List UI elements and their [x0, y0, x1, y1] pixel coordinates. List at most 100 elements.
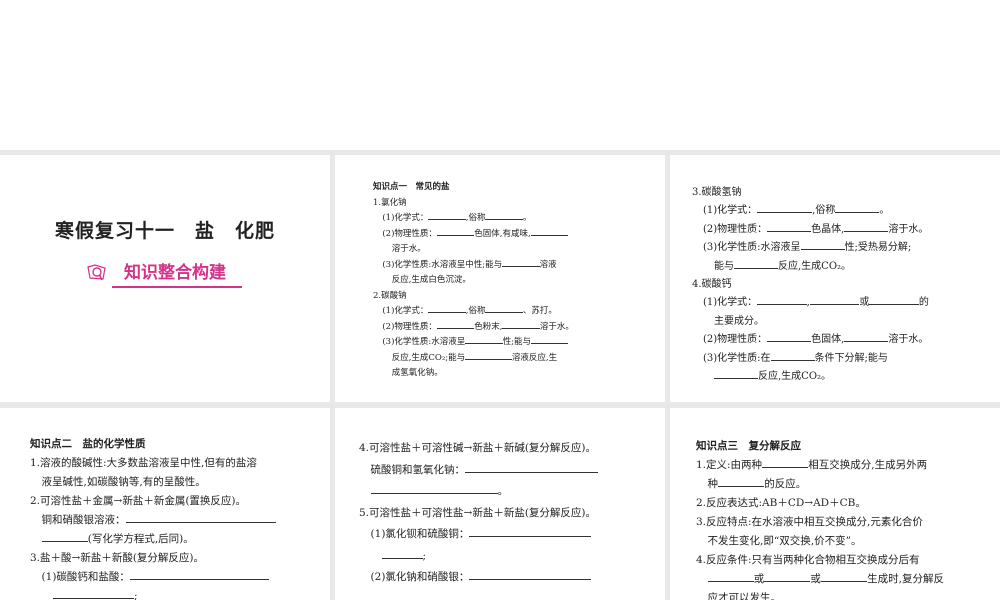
answer-blank[interactable] [530, 227, 569, 236]
text-line: 3.碳酸氢钠 [692, 187, 742, 198]
text-line: (3)化学性质:在 条件下分解;能与 [703, 351, 888, 364]
answer-blank[interactable] [844, 222, 889, 232]
text-line: 主要成分。 [714, 315, 764, 327]
answer-blank[interactable] [436, 320, 475, 329]
answer-blank[interactable] [767, 222, 812, 232]
answer-blank[interactable] [734, 259, 778, 269]
answer-blank[interactable] [428, 211, 466, 220]
slide-4[interactable]: 知识点二 盐的化学性质 1.溶液的酸碱性:大多数盐溶液呈中性,但有的盐溶液呈碱性,… [0, 408, 330, 600]
text-line: (3)化学性质:水溶液呈 性;受热易分解; [703, 240, 912, 254]
slide-5-content: 4.可溶性盐＋可溶性碱→新盐＋新碱(复分解反应)。硫酸铜和氢氧化钠：。 5.可溶性… [359, 438, 598, 600]
text-line: (2)氯化钠和硝酸银： [359, 567, 598, 589]
answer-blank[interactable] [714, 369, 758, 380]
text-line: 不发生变化,即“双交换,价不变”。 [707, 535, 862, 547]
answer-blank[interactable] [465, 462, 598, 473]
text-line: 成氢氧化钠。 [391, 368, 443, 378]
answer-blank[interactable] [502, 320, 540, 329]
section-badge: 知识整合构建 [86, 258, 242, 288]
text-line: ; [359, 546, 598, 568]
answer-blank[interactable] [370, 484, 498, 494]
answer-blank[interactable] [869, 295, 919, 306]
section-heading: 知识点二 盐的化学性质 [30, 438, 146, 450]
section-badge-label: 知识整合构建 [112, 258, 242, 288]
text-line: 2.碳酸钠 [373, 290, 407, 301]
text-line: (1)化学式： ,俗称。 [703, 203, 890, 217]
answer-blank[interactable] [53, 589, 134, 599]
answer-blank[interactable] [465, 351, 512, 360]
text-line: (3)化学性质:水溶液呈中性;能与 溶液 [382, 258, 557, 270]
answer-blank[interactable] [465, 335, 503, 344]
text-line: (1)氯化钡和硫酸铜： [359, 524, 598, 546]
slide-2-content: 知识点一 常见的盐 1.氯化钠 (1)化学式： ,俗称。 (2)物理性质： 色固体,有咸味… [373, 180, 574, 382]
answer-blank[interactable] [531, 335, 569, 344]
text-line: 反应,生成白色沉淀。 [391, 275, 471, 285]
answer-blank[interactable] [382, 548, 423, 559]
slide-6-content: 知识点三 复分解反应 1.定义:由两种 相互交换成分,生成另外两种的反应。 2.反应表… [696, 437, 944, 600]
answer-blank[interactable] [428, 304, 466, 313]
answer-blank[interactable] [125, 513, 276, 523]
text-line: 反应,生成CO₂。 [692, 368, 929, 386]
answer-blank[interactable] [820, 572, 868, 582]
answer-blank[interactable] [762, 458, 809, 468]
text-line: 铜和硝酸银溶液： [30, 511, 276, 530]
text-line: (2)物理性质： 色粉末, 溶于水。 [382, 320, 574, 332]
text-line: 。 [359, 481, 598, 503]
text-line: 4.可溶性盐＋可溶性碱→新盐＋新碱(复分解反应)。 [359, 442, 597, 454]
text-line: 硫酸铜和氢氧化钠： [359, 460, 598, 482]
text-line: 1.定义:由两种 相互交换成分,生成另外两 [696, 458, 928, 471]
answer-blank[interactable] [770, 351, 815, 361]
text-line: 液呈碱性,如碳酸钠等,有的呈酸性。 [41, 476, 206, 488]
magnifier-folder-icon [87, 264, 106, 281]
answer-blank[interactable] [718, 477, 765, 487]
text-line: ; [30, 587, 276, 600]
answer-blank[interactable] [382, 591, 428, 600]
slide-3-content: 3.碳酸氢钠 (1)化学式： ,俗称。 (2)物理性质： 色晶体, 溶于水。 (3)化学性质… [692, 184, 929, 386]
answer-blank[interactable] [41, 532, 88, 542]
text-line: (1)化学式： ,俗称 、苏打。 [382, 304, 557, 316]
text-line: 4.反应条件:只有当两种化合物相互交换成分后有 [696, 554, 920, 566]
slide-5[interactable]: 4.可溶性盐＋可溶性碱→新盐＋新碱(复分解反应)。硫酸铜和氢氧化钠：。 5.可溶性… [335, 408, 665, 600]
answer-blank[interactable] [707, 572, 754, 582]
answer-blank[interactable] [436, 227, 475, 236]
answer-blank[interactable] [502, 258, 540, 267]
answer-blank[interactable] [469, 527, 591, 537]
text-line: 2.反应表达式:AB＋CD→AD＋CB。 [696, 497, 866, 509]
answer-blank[interactable] [485, 304, 523, 313]
text-line: 能与 反应,生成CO₂。 [714, 259, 852, 272]
slide-3[interactable]: 3.碳酸氢钠 (1)化学式： ,俗称。 (2)物理性质： 色晶体, 溶于水。 (3)化学性质… [670, 155, 1000, 402]
text-line: (1)化学式：, 或的 [703, 295, 929, 309]
text-line: 3.反应特点:在水溶液中相互交换成分,元素化合价 [696, 516, 923, 528]
text-line: 溶于水。 [391, 244, 426, 254]
section-heading: 知识点三 复分解反应 [696, 440, 801, 452]
answer-blank[interactable] [129, 570, 269, 580]
text-line: 种的反应。 [707, 477, 807, 490]
text-line: (2)物理性质： 色晶体, 溶于水。 [703, 222, 929, 235]
text-line: 1.溶液的酸碱性:大多数盐溶液呈中性,但有的盐溶 [30, 457, 257, 469]
text-line: 3.盐＋酸→新盐＋新酸(复分解反应)。 [30, 552, 205, 564]
text-line: (3)化学性质:水溶液呈 性;能与 [373, 335, 574, 351]
text-line: 反应,生成CO₂;能与 溶液反应,生 [391, 351, 558, 363]
text-line: 5.可溶性盐＋可溶性盐→新盐＋新盐(复分解反应)。 [359, 506, 597, 519]
text-line: (2)物理性质： 色固体, 溶于水。 [703, 332, 929, 346]
slide-6[interactable]: 知识点三 复分解反应 1.定义:由两种 相互交换成分,生成另外两种的反应。 2.反应表… [670, 408, 1000, 600]
answer-blank[interactable] [800, 240, 845, 251]
answer-blank[interactable] [809, 295, 860, 306]
answer-blank[interactable] [485, 211, 523, 220]
text-line: 应才可以发生。 [707, 592, 782, 600]
answer-blank[interactable] [469, 570, 591, 580]
answer-blank[interactable] [835, 203, 880, 214]
text-line: 2.可溶性盐＋金属→新盐＋新金属(置换反应)。 [30, 495, 247, 507]
text-line: (1)碳酸钙和盐酸： [30, 568, 276, 587]
answer-blank[interactable] [844, 332, 889, 343]
answer-blank[interactable] [764, 572, 811, 582]
slide-title: 寒假复习十一 盐 化肥 [54, 220, 275, 242]
slide-4-content: 知识点二 盐的化学性质 1.溶液的酸碱性:大多数盐溶液呈中性,但有的盐溶液呈碱性,… [30, 435, 276, 600]
answer-blank[interactable] [757, 295, 807, 306]
text-line: (2)物理性质： 色固体,有咸味, [373, 227, 574, 243]
answer-blank[interactable] [767, 332, 812, 343]
answer-blank[interactable] [757, 203, 813, 214]
section-heading: 知识点一 常见的盐 [373, 182, 450, 192]
text-line: 1.氯化钠 [373, 197, 407, 208]
slide-2[interactable]: 知识点一 常见的盐 1.氯化钠 (1)化学式： ,俗称。 (2)物理性质： 色固体,有咸味… [335, 155, 665, 402]
text-line: 4.碳酸钙 [692, 279, 732, 291]
